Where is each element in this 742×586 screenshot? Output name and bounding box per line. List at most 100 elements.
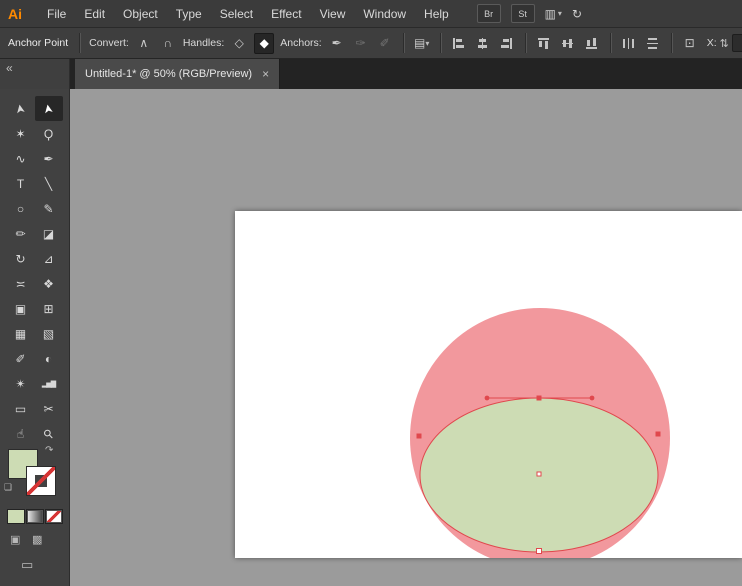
- menu-object[interactable]: Object: [114, 4, 167, 24]
- align-top-button[interactable]: [535, 34, 553, 53]
- rotate-tool[interactable]: ↻: [7, 246, 35, 271]
- line-segment-tool[interactable]: ╲: [35, 171, 63, 196]
- handles-show-button[interactable]: ◇: [230, 34, 248, 53]
- pencil-icon: ✏: [15, 227, 25, 241]
- align-middle-icon: [561, 37, 574, 50]
- handle-endpoint[interactable]: [485, 396, 490, 401]
- screen-mode-button[interactable]: ▭: [21, 557, 33, 573]
- separator: [525, 33, 526, 53]
- anchor-delete-button[interactable]: ✑: [352, 34, 370, 53]
- type-tool[interactable]: T: [7, 171, 35, 196]
- blend-tool[interactable]: ◐: [35, 346, 63, 371]
- sync-icon: ↻: [572, 7, 582, 21]
- align-middle-button[interactable]: [559, 34, 577, 53]
- none-button[interactable]: [45, 509, 63, 524]
- artboard[interactable]: [235, 211, 742, 558]
- menu-help[interactable]: Help: [415, 4, 458, 24]
- separator: [671, 33, 672, 53]
- menu-window[interactable]: Window: [354, 4, 415, 24]
- perspective-grid-icon: ⊞: [43, 302, 53, 316]
- separator: [610, 33, 611, 53]
- mesh-icon: ▦: [15, 327, 26, 341]
- gradient-tool[interactable]: ▧: [35, 321, 63, 346]
- eyedropper-tool[interactable]: ✐: [7, 346, 35, 371]
- handles-hide-button[interactable]: ◆: [254, 33, 274, 54]
- ellipse-tool[interactable]: ○: [7, 196, 35, 221]
- close-icon[interactable]: ×: [262, 67, 269, 81]
- magic-wand-tool[interactable]: ✶: [7, 121, 35, 146]
- perspective-grid-tool[interactable]: ⊞: [35, 296, 63, 321]
- anchor-cut-icon: ✒: [332, 36, 342, 50]
- menu-effect[interactable]: Effect: [262, 4, 310, 24]
- draw-normal-button[interactable]: ▣: [10, 533, 20, 546]
- document-tab[interactable]: Untitled-1* @ 50% (RGB/Preview) ×: [75, 59, 280, 89]
- anchor-top[interactable]: [537, 396, 542, 401]
- eraser-icon: ◪: [43, 227, 54, 241]
- shape-builder-icon: ▣: [15, 302, 26, 316]
- scale-tool[interactable]: ⊿: [35, 246, 63, 271]
- workspace-switcher-button[interactable]: ▥ ▾: [545, 7, 562, 21]
- artboard-tool[interactable]: ▭: [7, 396, 35, 421]
- collapse-panel-button[interactable]: «: [6, 61, 13, 75]
- default-fill-stroke-icon[interactable]: ❏: [4, 482, 12, 493]
- anchor-left[interactable]: [417, 434, 422, 439]
- zoom-icon: ⚲: [40, 425, 56, 441]
- selection-tool[interactable]: ➤: [7, 96, 35, 121]
- menu-view[interactable]: View: [311, 4, 355, 24]
- free-transform-tool[interactable]: ❖: [35, 271, 63, 296]
- x-value-input[interactable]: 634 px: [732, 34, 742, 52]
- paintbrush-icon: ✎: [43, 202, 53, 216]
- align-right-button[interactable]: [498, 34, 516, 53]
- anchor-right[interactable]: [656, 432, 661, 437]
- anchor-connect-icon: ✐: [380, 36, 390, 50]
- bridge-button[interactable]: Br: [477, 4, 501, 23]
- pen-tool[interactable]: ✒: [35, 146, 63, 171]
- width-tool[interactable]: ≍: [7, 271, 35, 296]
- anchor-bottom[interactable]: [537, 549, 542, 554]
- distribute-horizontal-button[interactable]: [620, 34, 638, 53]
- center-point-marker: [537, 472, 541, 476]
- convert-corner-icon: ∧: [139, 36, 148, 50]
- slice-tool[interactable]: ✂: [35, 396, 63, 421]
- convert-corner-button[interactable]: ∧: [135, 34, 153, 53]
- menu-file[interactable]: File: [38, 4, 75, 24]
- handle-endpoint[interactable]: [590, 396, 595, 401]
- anchor-cut-button[interactable]: ✒: [328, 34, 346, 53]
- mesh-tool[interactable]: ▦: [7, 321, 35, 346]
- lasso-tool[interactable]: Ϙ: [35, 121, 63, 146]
- distribute-vertical-button[interactable]: [644, 34, 662, 53]
- convert-smooth-button[interactable]: ∩: [159, 34, 177, 53]
- canvas[interactable]: [70, 89, 742, 586]
- swap-fill-stroke-icon[interactable]: ↷: [45, 445, 53, 456]
- menu-type[interactable]: Type: [167, 4, 211, 24]
- direct-selection-tool[interactable]: ➤: [35, 96, 63, 121]
- menu-select[interactable]: Select: [211, 4, 262, 24]
- paintbrush-tool[interactable]: ✎: [35, 196, 63, 221]
- color-button[interactable]: [7, 509, 25, 524]
- symbol-sprayer-tool[interactable]: ✴: [7, 371, 35, 396]
- zoom-tool[interactable]: ⚲: [35, 421, 63, 446]
- draw-behind-button[interactable]: ▩: [32, 533, 42, 546]
- align-left-button[interactable]: [450, 34, 468, 53]
- reference-point-button[interactable]: ⊡: [681, 34, 699, 53]
- gradient-button[interactable]: [26, 509, 44, 524]
- eraser-tool[interactable]: ◪: [35, 221, 63, 246]
- hand-tool[interactable]: ☝: [7, 421, 35, 446]
- document-setup-button[interactable]: ▤ ▾: [413, 34, 431, 53]
- menu-edit[interactable]: Edit: [75, 4, 114, 24]
- stroke-swatch[interactable]: [26, 466, 56, 496]
- align-bottom-button[interactable]: [583, 34, 601, 53]
- anchor-connect-button[interactable]: ✐: [376, 34, 394, 53]
- curvature-tool[interactable]: ∿: [7, 146, 35, 171]
- shape-builder-tool[interactable]: ▣: [7, 296, 35, 321]
- column-graph-tool[interactable]: ▂▅▇: [35, 371, 63, 396]
- workspace-icon: ▥: [545, 7, 556, 21]
- tool-grid: ➤ ➤ ✶ Ϙ ∿ ✒ T ╲ ○ ✎ ✏ ◪ ↻ ⊿ ≍ ❖ ▣ ⊞ ▦ ▧ …: [7, 96, 63, 446]
- align-center-button[interactable]: [474, 34, 492, 53]
- distribute-vertical-icon: [646, 37, 659, 50]
- sync-button[interactable]: ↻: [572, 7, 582, 21]
- pencil-tool[interactable]: ✏: [7, 221, 35, 246]
- style-button[interactable]: St: [511, 4, 535, 23]
- anchor-delete-icon: ✑: [356, 36, 366, 50]
- x-stepper[interactable]: ⇅: [720, 37, 729, 50]
